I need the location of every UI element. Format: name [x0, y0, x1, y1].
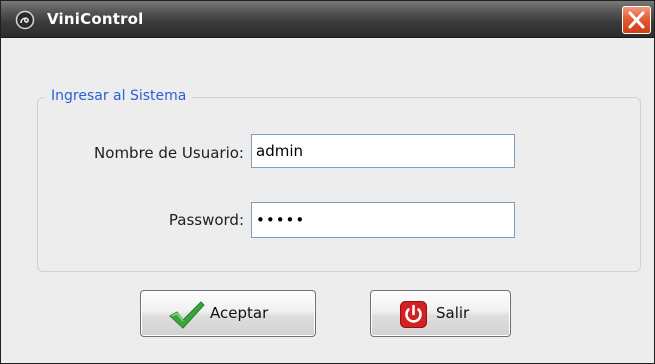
checkmark-icon [167, 299, 207, 333]
password-field[interactable] [251, 202, 515, 238]
password-label: Password: [168, 211, 244, 229]
login-window: ViniControl Ingresar al Sistema Nombre d… [0, 0, 655, 364]
exit-button-label: Salir [436, 304, 470, 322]
close-button[interactable] [622, 6, 651, 34]
app-logo-icon [15, 10, 35, 30]
window-title: ViniControl [47, 10, 144, 28]
exit-button[interactable]: Salir [370, 290, 511, 337]
username-field[interactable] [251, 134, 515, 168]
title-bar[interactable]: ViniControl [1, 1, 654, 38]
username-label: Nombre de Usuario: [94, 144, 244, 162]
power-icon [400, 301, 427, 332]
accept-button-label: Aceptar [210, 304, 269, 322]
login-groupbox [37, 97, 641, 272]
accept-button[interactable]: Aceptar [140, 290, 316, 337]
groupbox-legend: Ingresar al Sistema [45, 87, 193, 105]
